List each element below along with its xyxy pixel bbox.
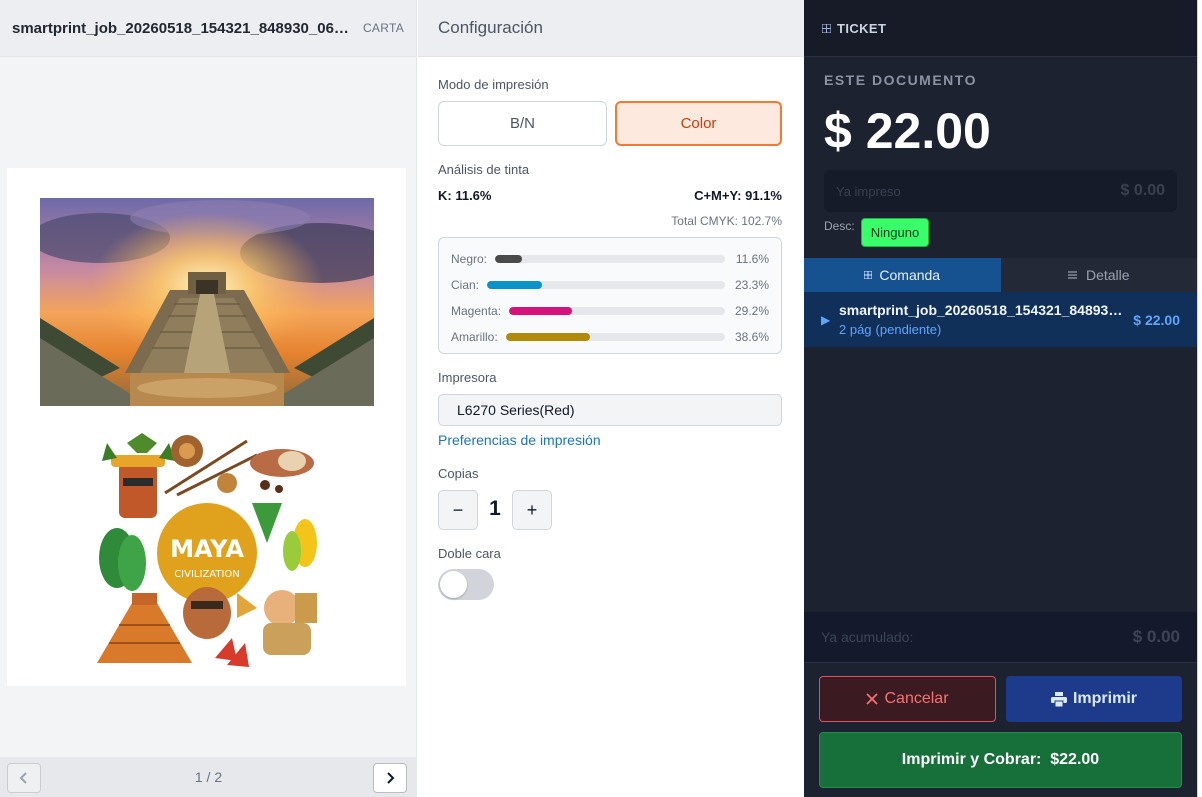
ink-analysis-label: Análisis de tinta bbox=[438, 162, 530, 177]
ink-row-cyan: Cian: 23.3% bbox=[451, 276, 769, 294]
ticket-tabs: Comanda Detalle bbox=[804, 258, 1197, 292]
print-mode-label: Modo de impresión bbox=[438, 77, 549, 92]
duplex-toggle[interactable] bbox=[438, 569, 494, 600]
cancel-button-label: Cancelar bbox=[884, 690, 949, 707]
ink-percent: 29.2% bbox=[734, 304, 769, 318]
ink-percent: 23.3% bbox=[734, 278, 769, 292]
cmy-summary: C+M+Y: 91.1% bbox=[694, 188, 782, 203]
ticket-title: TICKET bbox=[837, 20, 887, 36]
copies-decrement-button[interactable]: − bbox=[438, 490, 478, 530]
print-button[interactable]: Imprimir bbox=[1006, 676, 1182, 722]
already-printed-row: Ya impreso $ 0.00 bbox=[824, 170, 1177, 212]
ink-row-yellow: Amarillo: 38.6% bbox=[451, 328, 769, 346]
copies-value: 1 bbox=[489, 497, 501, 520]
action-area: Cancelar Imprimir Imprimir y Cobrar: $22… bbox=[804, 662, 1197, 797]
ink-bar-fill bbox=[495, 255, 522, 263]
ink-name: Cian: bbox=[451, 278, 480, 292]
copies-increment-button[interactable]: + bbox=[512, 490, 552, 530]
order-list-item[interactable]: ▶ smartprint_job_20260518_154321_848930_… bbox=[804, 292, 1197, 347]
ink-row-magenta: Magenta: 29.2% bbox=[451, 302, 769, 320]
maya-illustration: MAYA CIVILIZATION bbox=[97, 433, 317, 667]
close-icon bbox=[866, 693, 879, 705]
page-counter: 1 / 2 bbox=[194, 769, 223, 785]
ink-bar-fill bbox=[505, 333, 591, 341]
config-panel: Configuración Modo de impresión B/N Colo… bbox=[418, 0, 804, 797]
accumulated-label: Ya acumulado: bbox=[821, 629, 914, 645]
discount-badge[interactable]: Ninguno bbox=[861, 218, 929, 247]
maya-subtitle-text: CIVILIZATION bbox=[174, 569, 240, 580]
document-amount: $ 22.00 bbox=[824, 103, 991, 159]
print-and-charge-label: Imprimir y Cobrar: $22.00 bbox=[901, 751, 1100, 768]
ink-bar-track bbox=[505, 333, 725, 341]
tab-detalle[interactable]: Detalle bbox=[1000, 258, 1197, 292]
order-price: $ 22.00 bbox=[1133, 312, 1180, 328]
document-label: ESTE DOCUMENTO bbox=[824, 72, 977, 88]
accumulated-row: Ya acumulado: $ 0.00 bbox=[804, 612, 1197, 662]
printer-label: Impresora bbox=[438, 370, 497, 385]
printer-icon bbox=[1050, 691, 1067, 707]
tab-comanda-label: Comanda bbox=[879, 267, 941, 283]
prev-page-button[interactable] bbox=[7, 763, 41, 793]
ink-percent: 11.6% bbox=[735, 252, 769, 266]
page-preview: MAYA CIVILIZATION bbox=[7, 168, 406, 686]
ink-bar-track bbox=[487, 281, 725, 289]
ink-percent: 38.6% bbox=[734, 330, 769, 344]
ink-bar-fill bbox=[509, 307, 573, 315]
ink-levels-box: Negro: 11.6% Cian: 23.3% Magenta: 29.2% … bbox=[438, 237, 782, 354]
print-preferences-link[interactable]: Preferencias de impresión bbox=[438, 432, 601, 448]
config-header: Configuración bbox=[418, 0, 804, 57]
pyramid-photo bbox=[40, 198, 374, 406]
already-printed-label: Ya impreso bbox=[836, 183, 901, 199]
order-page-count: 2 pág (pendiente) bbox=[839, 322, 941, 337]
chevron-left-icon bbox=[19, 772, 27, 784]
play-arrow-icon: ▶ bbox=[821, 313, 831, 327]
discount-label: Desc: bbox=[824, 219, 855, 233]
grid-icon bbox=[822, 23, 831, 33]
chevron-right-icon bbox=[387, 772, 395, 784]
ink-bar-track bbox=[495, 255, 725, 263]
file-name: smartprint_job_20260518_154321_848930_06… bbox=[12, 19, 353, 37]
print-button-label: Imprimir bbox=[1072, 690, 1137, 707]
already-printed-amount: $ 0.00 bbox=[1120, 182, 1165, 199]
ticket-header: TICKET bbox=[804, 0, 1197, 57]
tab-detalle-label: Detalle bbox=[1085, 267, 1130, 283]
ticket-panel: TICKET ESTE DOCUMENTO $ 22.00 Ya impreso… bbox=[804, 0, 1197, 797]
printer-select[interactable]: L6270 Series(Red) bbox=[438, 394, 782, 426]
k-summary: K: 11.6% bbox=[438, 188, 492, 203]
total-cmyk: Total CMYK: 102.7% bbox=[671, 214, 782, 228]
grid-icon bbox=[864, 271, 873, 279]
order-job-name: smartprint_job_20260518_154321_848930_0.… bbox=[839, 302, 1124, 318]
copies-label: Copias bbox=[438, 466, 479, 481]
ink-name: Negro: bbox=[451, 252, 488, 266]
config-title: Configuración bbox=[438, 18, 543, 37]
preview-panel: smartprint_job_20260518_154321_848930_06… bbox=[0, 0, 417, 797]
page-pager: 1 / 2 bbox=[0, 757, 417, 797]
order-pages-text: 2 pág bbox=[839, 322, 872, 337]
maya-title-text: MAYA bbox=[170, 535, 244, 563]
ink-name: Amarillo: bbox=[451, 330, 498, 344]
accumulated-amount: $ 0.00 bbox=[1132, 627, 1180, 646]
ink-bar-fill bbox=[487, 281, 543, 289]
next-page-button[interactable] bbox=[373, 763, 407, 793]
ink-bar-track bbox=[509, 307, 725, 315]
paper-size-label: CARTA bbox=[362, 21, 404, 35]
order-status: (pendiente) bbox=[875, 322, 942, 337]
preview-header: smartprint_job_20260518_154321_848930_06… bbox=[0, 0, 416, 57]
ink-name: Magenta: bbox=[451, 304, 502, 318]
list-icon bbox=[1067, 271, 1077, 279]
ink-row-black: Negro: 11.6% bbox=[451, 250, 769, 268]
cancel-button[interactable]: Cancelar bbox=[819, 676, 996, 722]
print-and-charge-button[interactable]: Imprimir y Cobrar: $22.00 bbox=[819, 732, 1182, 788]
mode-bn-button[interactable]: B/N bbox=[438, 101, 607, 146]
mode-color-button[interactable]: Color bbox=[615, 101, 782, 146]
window-edge bbox=[1197, 0, 1202, 797]
duplex-label: Doble cara bbox=[438, 546, 501, 561]
tab-comanda[interactable]: Comanda bbox=[804, 258, 1001, 292]
toggle-knob bbox=[440, 571, 467, 598]
